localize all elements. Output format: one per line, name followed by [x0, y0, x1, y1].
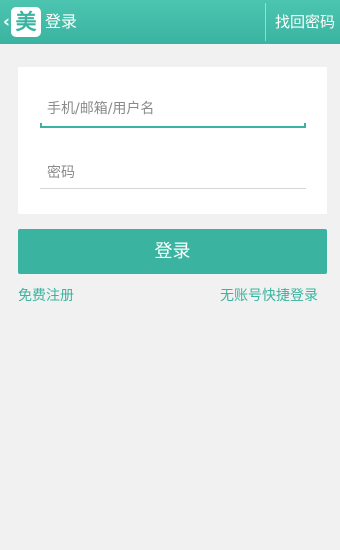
app-logo: 美	[11, 7, 41, 37]
quick-login-link[interactable]: 无账号快捷登录	[220, 286, 318, 306]
account-underline	[40, 123, 306, 128]
forgot-password-link[interactable]: 找回密码	[275, 12, 335, 32]
password-input[interactable]	[40, 158, 306, 188]
password-field	[40, 158, 306, 189]
login-button[interactable]: 登录	[18, 229, 327, 274]
page-title: 登录	[45, 12, 78, 31]
header-divider	[265, 3, 266, 41]
login-screen: ‹ 美 登录 找回密码 登录 免费注册 无账号快捷登录	[0, 0, 340, 550]
back-button[interactable]: ‹ 美 登录	[0, 0, 90, 44]
account-field	[40, 94, 306, 128]
password-underline	[40, 188, 306, 189]
login-form-card	[18, 67, 327, 214]
app-header: ‹ 美 登录 找回密码	[0, 0, 340, 44]
register-link[interactable]: 免费注册	[18, 286, 74, 306]
account-input[interactable]	[40, 94, 306, 124]
chevron-left-icon: ‹	[3, 12, 11, 32]
